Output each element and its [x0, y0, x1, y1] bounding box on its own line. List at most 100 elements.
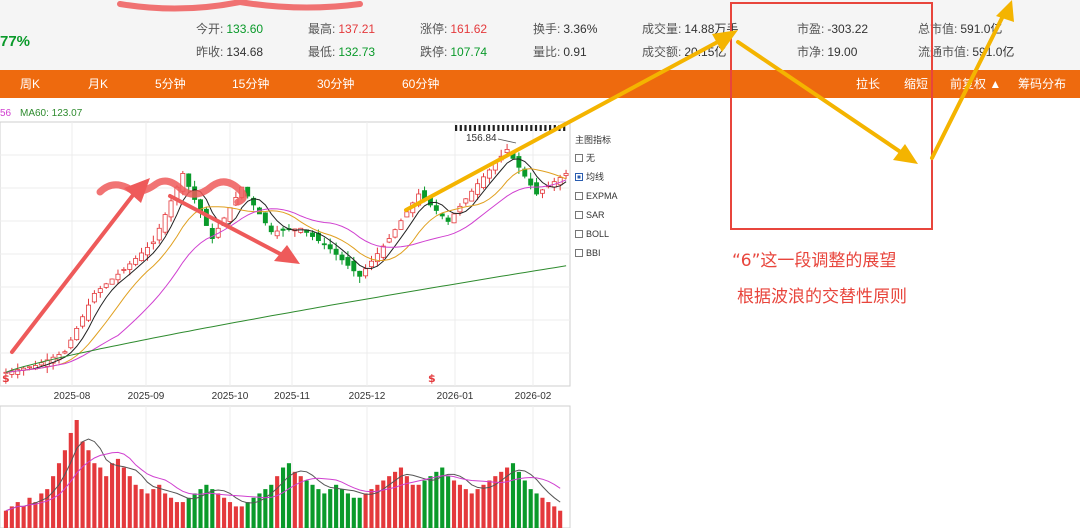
- volume-bar: [522, 480, 527, 528]
- stock-chart-screen: 77% 今开: 133.60 最高: 137.21 涨停: 161.62 换手: 3.36% 成…: [0, 0, 1080, 528]
- candle-body: [86, 304, 91, 321]
- volume-bar: [298, 476, 303, 528]
- volume-bar: [316, 489, 321, 528]
- candle-body: [327, 244, 333, 250]
- volume-bar: [269, 484, 274, 528]
- candle-body: [469, 190, 475, 202]
- annotation-box: [730, 2, 933, 230]
- top-scribble-mark: [117, 0, 363, 12]
- checkbox-icon[interactable]: [575, 249, 583, 257]
- candle-body: [534, 182, 540, 195]
- candle-body: [357, 270, 363, 277]
- candle-body: [486, 169, 492, 179]
- candle-body: [321, 243, 327, 246]
- indicator-option-3[interactable]: SAR: [575, 209, 605, 221]
- volume-bar: [21, 506, 26, 528]
- volume-bar: [422, 480, 427, 528]
- volume-bar: [92, 463, 97, 528]
- candle-body: [392, 229, 398, 238]
- candle-body: [380, 245, 386, 258]
- volume-bar: [263, 489, 268, 528]
- volume-bar: [304, 480, 309, 528]
- indicator-option-label: 均线: [586, 172, 605, 182]
- candle-body: [162, 214, 168, 233]
- checkbox-icon[interactable]: [575, 154, 583, 162]
- volume-bar: [27, 497, 32, 528]
- kline-chart[interactable]: 2025-08 2025-09 2025-10 2025-11 2025-12 2026-…: [0, 0, 1080, 528]
- candle-body: [339, 254, 345, 261]
- event-marker: [469, 125, 472, 131]
- annotation-line-2: 根据波浪的交替性原则: [737, 287, 907, 307]
- event-marker: [473, 125, 476, 131]
- candle-body: [386, 238, 392, 243]
- volume-bar: [198, 489, 203, 528]
- candle-body: [133, 258, 139, 265]
- indicator-option-label: BOLL: [586, 229, 610, 239]
- indicator-option-1[interactable]: 均线: [575, 171, 604, 183]
- x-tick-label: 2025-12: [349, 391, 386, 402]
- projection-arrow-final: [930, 8, 1008, 160]
- candle-body: [463, 198, 469, 204]
- volume-bar: [446, 476, 451, 528]
- projection-arrow-down: [736, 40, 907, 157]
- candle-body: [127, 263, 133, 270]
- volume-bar: [286, 463, 292, 528]
- volume-bar: [292, 471, 297, 528]
- x-tick-label: 2025-11: [274, 391, 310, 402]
- indicator-option-2[interactable]: EXPMA: [575, 190, 618, 202]
- candle-body: [150, 241, 156, 245]
- volume-bar: [104, 476, 109, 528]
- checkbox-icon[interactable]: [575, 173, 583, 181]
- checkbox-icon[interactable]: [575, 230, 583, 238]
- volume-bar: [115, 458, 121, 528]
- volume-bar: [310, 484, 315, 528]
- event-marker: [478, 125, 481, 131]
- volume-bar: [475, 489, 480, 528]
- volume-bar: [357, 497, 362, 528]
- candle-body: [557, 177, 563, 186]
- indicator-option-label: SAR: [586, 210, 605, 220]
- candle-body: [280, 228, 286, 231]
- indicator-option-5[interactable]: BBI: [575, 247, 601, 259]
- volume-bar: [204, 484, 209, 528]
- volume-bar: [3, 510, 9, 528]
- candle-body: [445, 217, 451, 222]
- event-marker: [464, 125, 467, 131]
- candle-body: [103, 283, 109, 288]
- event-marker: [516, 125, 519, 131]
- candle-body: [115, 273, 121, 281]
- candle-body: [398, 220, 404, 230]
- x-tick-label: 2025-09: [128, 391, 165, 402]
- volume-bar: [516, 471, 521, 528]
- checkbox-icon[interactable]: [575, 192, 583, 200]
- candle-body: [262, 212, 268, 224]
- volume-bar: [534, 493, 539, 528]
- candle-body: [74, 327, 80, 341]
- indicator-option-label: EXPMA: [586, 191, 618, 201]
- candle-body: [91, 293, 97, 303]
- candle-body: [457, 205, 463, 213]
- candle-body: [351, 260, 357, 272]
- volume-bar: [351, 497, 356, 528]
- checkbox-icon[interactable]: [575, 211, 583, 219]
- indicator-option-0[interactable]: 无: [575, 152, 595, 164]
- candle-body: [186, 173, 192, 187]
- candle-body: [433, 205, 439, 211]
- volume-bar: [39, 493, 44, 528]
- dividend-marker: $: [428, 372, 436, 385]
- volume-bar: [145, 493, 150, 528]
- candle-body: [475, 183, 481, 195]
- peak-pointer-line: [497, 138, 517, 144]
- event-marker: [497, 125, 500, 131]
- volume-bar: [457, 484, 462, 528]
- ma5-line: [5, 158, 567, 373]
- projection-arrow-up-head: [712, 30, 738, 52]
- indicator-option-4[interactable]: BOLL: [575, 228, 609, 240]
- candle-body: [528, 178, 534, 186]
- volume-bar: [186, 497, 191, 528]
- volume-bar: [410, 484, 415, 528]
- candle-body: [439, 213, 445, 217]
- volume-bar: [416, 484, 421, 528]
- x-tick-label: 2026-02: [515, 391, 552, 402]
- volume-bar: [369, 489, 374, 528]
